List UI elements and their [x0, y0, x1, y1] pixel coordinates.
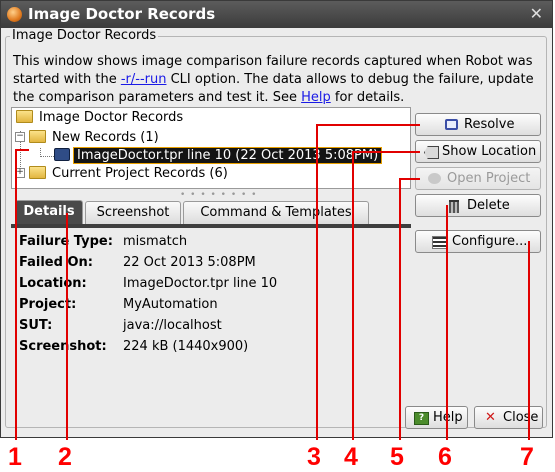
tree-root-node[interactable]: Image Doctor Records	[16, 108, 183, 128]
folder-icon	[16, 110, 33, 123]
resolve-button[interactable]: Resolve	[415, 113, 541, 136]
window-close-icon[interactable]: ✕	[530, 4, 543, 23]
callout-line-1	[15, 149, 17, 440]
tab-command-templates[interactable]: Command & Templates	[183, 201, 369, 224]
group-legend: Image Doctor Records	[10, 28, 159, 43]
detail-value: mismatch	[123, 234, 188, 249]
folder-icon	[29, 166, 46, 179]
callout-line-6	[446, 205, 448, 440]
circle-icon	[428, 173, 441, 184]
selected-record-label: ImageDoctor.tpr line 10 (22 Oct 2013 5:0…	[73, 147, 383, 164]
details-panel: Failure Type: mismatch Failed On: 22 Oct 2…	[11, 228, 411, 398]
detail-key: Project:	[19, 297, 77, 312]
detail-row-failed-on: Failed On: 22 Oct 2013 5:08PM	[19, 253, 256, 273]
tab-details[interactable]: Details	[15, 200, 83, 225]
current-project-label: Current Project Records (6)	[52, 166, 228, 181]
detail-key: Failure Type:	[19, 234, 113, 249]
folder-icon	[29, 130, 46, 143]
detail-value: 224 kB (1440x900)	[123, 339, 249, 354]
detail-key: Screenshot:	[19, 339, 107, 354]
callout-number-5: 5	[390, 443, 404, 471]
callout-line-4	[352, 151, 420, 153]
app-icon	[7, 7, 22, 22]
open-project-label: Open Project	[447, 171, 531, 186]
help-icon: ?	[414, 412, 429, 425]
tree-node-current-project[interactable]: + Current Project Records (6)	[15, 164, 228, 184]
open-project-button[interactable]: Open Project	[415, 167, 541, 190]
callout-line-4	[352, 151, 354, 440]
detail-value: 22 Oct 2013 5:08PM	[123, 255, 256, 270]
resolve-label: Resolve	[464, 117, 515, 132]
detail-row-location: Location: ImageDoctor.tpr line 10	[19, 274, 277, 294]
tree-guide-line	[40, 156, 54, 157]
show-location-button[interactable]: Show Location	[415, 140, 541, 163]
detail-row-screenshot: Screenshot: 224 kB (1440x900)	[19, 337, 248, 357]
detail-key: SUT:	[19, 318, 53, 333]
callout-number-7: 7	[520, 443, 534, 471]
show-location-label: Show Location	[442, 144, 537, 159]
delete-button[interactable]: Delete	[415, 194, 541, 217]
detail-value: java://localhost	[123, 318, 222, 333]
callout-line-1	[15, 149, 29, 151]
description-part3: for details.	[330, 90, 405, 105]
tree-root-label: Image Doctor Records	[39, 110, 184, 125]
callout-line-3	[316, 124, 420, 126]
close-label: Close	[503, 410, 539, 425]
configure-button[interactable]: Configure...	[415, 230, 541, 253]
tab-bar: Details Screenshot Command & Templates	[11, 199, 411, 227]
callout-line-3	[316, 124, 318, 440]
collapse-icon[interactable]: −	[15, 131, 25, 142]
window-title: Image Doctor Records	[28, 5, 216, 23]
callout-line-5	[399, 178, 420, 180]
detail-value: MyAutomation	[123, 297, 218, 312]
detail-row-project: Project: MyAutomation	[19, 295, 218, 315]
configure-label: Configure...	[452, 234, 528, 249]
detail-value: ImageDoctor.tpr line 10	[123, 276, 278, 291]
trash-icon	[449, 200, 459, 213]
detail-key: Location:	[19, 276, 87, 291]
detail-row-failure-type: Failure Type: mismatch	[19, 232, 187, 252]
description-text: This window shows image comparison failu…	[13, 53, 543, 107]
detail-row-sut: SUT: java://localhost	[19, 316, 222, 336]
callout-line-7	[528, 241, 530, 440]
callout-number-4: 4	[344, 443, 358, 471]
callout-line-2	[66, 213, 68, 440]
callout-number-6: 6	[438, 443, 452, 471]
tree-node-selected-record[interactable]: ImageDoctor.tpr line 10 (22 Oct 2013 5:0…	[54, 146, 383, 166]
tag-icon	[424, 146, 439, 159]
help-link[interactable]: Help	[301, 90, 331, 105]
records-tree[interactable]: Image Doctor Records − New Records (1) Im…	[11, 107, 411, 189]
tree-node-new-records[interactable]: − New Records (1)	[15, 128, 159, 148]
callout-number-2: 2	[58, 443, 72, 471]
camera-icon	[54, 148, 70, 161]
callout-line-5	[399, 178, 401, 440]
new-records-label: New Records (1)	[52, 130, 159, 145]
title-bar: Image Doctor Records ✕	[1, 1, 552, 28]
detail-key: Failed On:	[19, 255, 93, 270]
settings-list-icon	[432, 236, 447, 249]
callout-number-3: 3	[307, 443, 321, 471]
delete-label: Delete	[467, 198, 510, 213]
magnifier-icon	[445, 119, 458, 130]
close-button[interactable]: ✕ Close	[474, 406, 543, 429]
help-button[interactable]: ? Help	[405, 406, 468, 429]
tab-screenshot[interactable]: Screenshot	[85, 201, 181, 224]
callout-number-1: 1	[8, 443, 22, 471]
close-icon: ✕	[485, 410, 496, 425]
run-option-link[interactable]: -r/--run	[121, 72, 167, 87]
